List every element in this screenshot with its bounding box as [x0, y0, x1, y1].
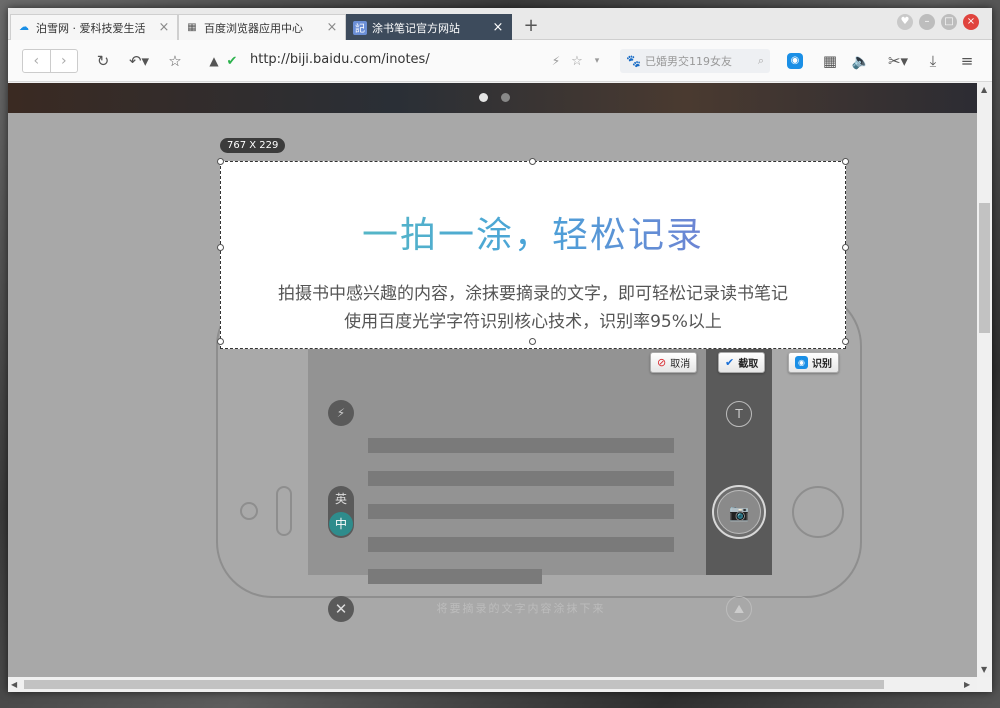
text-line	[368, 438, 674, 453]
page-headline: 一拍一涂，轻松记录	[221, 206, 845, 258]
carousel-dot-1[interactable]	[479, 93, 488, 102]
lang-zh: 中	[329, 512, 353, 536]
horizontal-scrollbar[interactable]: ◀ ▶	[8, 677, 977, 692]
scroll-right-icon[interactable]: ▶	[964, 680, 970, 689]
ocr-icon: ◉	[795, 356, 808, 369]
refresh-icon[interactable]: ↻	[92, 50, 114, 72]
capture-button[interactable]: ✔ 截取	[718, 352, 766, 373]
resize-handle[interactable]	[217, 244, 224, 251]
tab-label: 涂书笔记官方网站	[372, 21, 460, 35]
verified-shield-icon: ✔	[226, 53, 238, 69]
resize-handle[interactable]	[842, 244, 849, 251]
horizontal-scroll-thumb[interactable]	[24, 680, 884, 689]
lightning-icon[interactable]: ⚡	[548, 50, 564, 72]
close-icon[interactable]: ×	[491, 20, 505, 35]
close-window-icon[interactable]: ×	[963, 14, 979, 30]
shutter-button[interactable]: 📷	[712, 485, 766, 539]
text-line	[368, 504, 674, 519]
hero-banner	[8, 83, 977, 113]
text-line	[368, 569, 542, 584]
speaker	[276, 486, 292, 536]
description-line-1: 拍摄书中感兴趣的内容，涂抹要摘录的文字，即可轻松记录读书笔记	[278, 284, 788, 304]
recognize-label: 识别	[812, 359, 832, 370]
resize-handle[interactable]	[217, 338, 224, 345]
resize-handle[interactable]	[529, 338, 536, 345]
capture-label: 截取	[738, 359, 759, 370]
sound-icon[interactable]: 🔈	[850, 50, 872, 72]
tab-tushu-notes[interactable]: 記 涂书笔记官方网站 ×	[346, 14, 512, 40]
minimize-icon[interactable]: –	[919, 14, 935, 30]
maximize-icon[interactable]: □	[941, 14, 957, 30]
gallery-icon[interactable]: ⛰	[726, 596, 752, 622]
address-bar[interactable]: http://biji.baidu.com/inotes/	[250, 52, 430, 67]
download-icon[interactable]: ⤓	[922, 50, 944, 72]
star-icon[interactable]: ☆	[164, 50, 186, 72]
cancel-button[interactable]: ⊘ 取消	[650, 352, 698, 373]
undo-icon[interactable]: ↶▾	[124, 50, 154, 72]
tab-app-center[interactable]: ▦ 百度浏览器应用中心 ×	[178, 14, 346, 40]
description-line-2: 使用百度光学字符识别核心技术，识别率95%以上	[344, 312, 722, 332]
scan-hint: 将要摘录的文字内容涂抹下来	[436, 602, 606, 615]
search-placeholder: 已婚男交119女友	[644, 55, 732, 68]
resize-handle[interactable]	[529, 158, 536, 165]
browser-window: ☁ 泊雪网 · 爱科技爱生活 × ▦ 百度浏览器应用中心 × 記 涂书笔记官方网…	[8, 8, 992, 692]
menu-icon[interactable]: ≡	[956, 50, 978, 72]
baidu-paw-icon: 🐾	[626, 54, 641, 68]
notes-icon: 記	[353, 20, 367, 35]
skin-icon[interactable]: ♥	[897, 14, 913, 30]
vertical-scroll-thumb[interactable]	[979, 203, 990, 333]
resize-handle[interactable]	[842, 338, 849, 345]
vertical-scrollbar[interactable]: ▲ ▼	[977, 83, 992, 677]
home-button	[792, 486, 844, 538]
search-input[interactable]: 🐾 已婚男交119女友 ⌕	[620, 49, 770, 73]
forward-icon[interactable]: ›	[51, 50, 78, 72]
toolbar: ‹ › ↻ ↶▾ ☆ ▲ ✔ http://biji.baidu.com/ino…	[8, 40, 992, 82]
carousel-dot-2[interactable]	[501, 93, 510, 102]
cancel-label: 取消	[670, 359, 691, 370]
tab-label: 百度浏览器应用中心	[204, 21, 303, 35]
scroll-down-icon[interactable]: ▼	[981, 665, 987, 674]
tab-boxue[interactable]: ☁ 泊雪网 · 爱科技爱生活 ×	[10, 14, 178, 40]
nav-buttons: ‹ ›	[22, 49, 78, 73]
prohibit-icon: ⊘	[657, 356, 667, 369]
favorite-icon[interactable]: ☆	[568, 50, 586, 72]
new-tab-button[interactable]: +	[516, 16, 546, 38]
grid-icon: ▦	[187, 22, 197, 33]
screenshot-scissors-icon[interactable]: ✂▾	[882, 50, 914, 72]
back-icon[interactable]: ‹	[23, 50, 51, 72]
resize-handle[interactable]	[842, 158, 849, 165]
selection-size-badge: 767 X 229	[220, 138, 286, 153]
security-icon: ▲	[209, 54, 219, 68]
tab-label: 泊雪网 · 爱科技爱生活	[36, 21, 146, 35]
tab-strip: ☁ 泊雪网 · 爱科技爱生活 × ▦ 百度浏览器应用中心 × 記 涂书笔记官方网…	[8, 8, 992, 40]
capture-selection[interactable]: 一拍一涂，轻松记录 拍摄书中感兴趣的内容，涂抹要摘录的文字，即可轻松记录读书笔记…	[220, 161, 846, 349]
scroll-left-icon[interactable]: ◀	[11, 680, 17, 689]
close-icon[interactable]: ✕	[328, 596, 354, 622]
check-icon: ✔	[725, 356, 735, 369]
apps-icon[interactable]: ▦	[820, 50, 840, 72]
language-toggle[interactable]: 英 中	[328, 486, 354, 538]
dropdown-icon[interactable]: ▾	[590, 50, 604, 72]
flash-off-icon[interactable]: ⚡	[328, 400, 354, 426]
close-icon[interactable]: ×	[325, 20, 339, 35]
search-icon[interactable]: ⌕	[758, 54, 764, 68]
front-camera	[240, 502, 258, 520]
notes-extension-icon[interactable]: ◉	[786, 50, 804, 72]
text-mode-icon[interactable]: T	[726, 401, 752, 427]
camera-icon: 📷	[717, 490, 761, 534]
text-line	[368, 537, 674, 552]
recognize-button[interactable]: ◉ 识别	[788, 352, 839, 373]
close-icon[interactable]: ×	[157, 20, 171, 35]
lang-en: 英	[334, 492, 347, 506]
text-line	[368, 471, 674, 486]
resize-handle[interactable]	[217, 158, 224, 165]
scroll-up-icon[interactable]: ▲	[981, 85, 987, 94]
cloud-icon: ☁	[19, 22, 29, 33]
